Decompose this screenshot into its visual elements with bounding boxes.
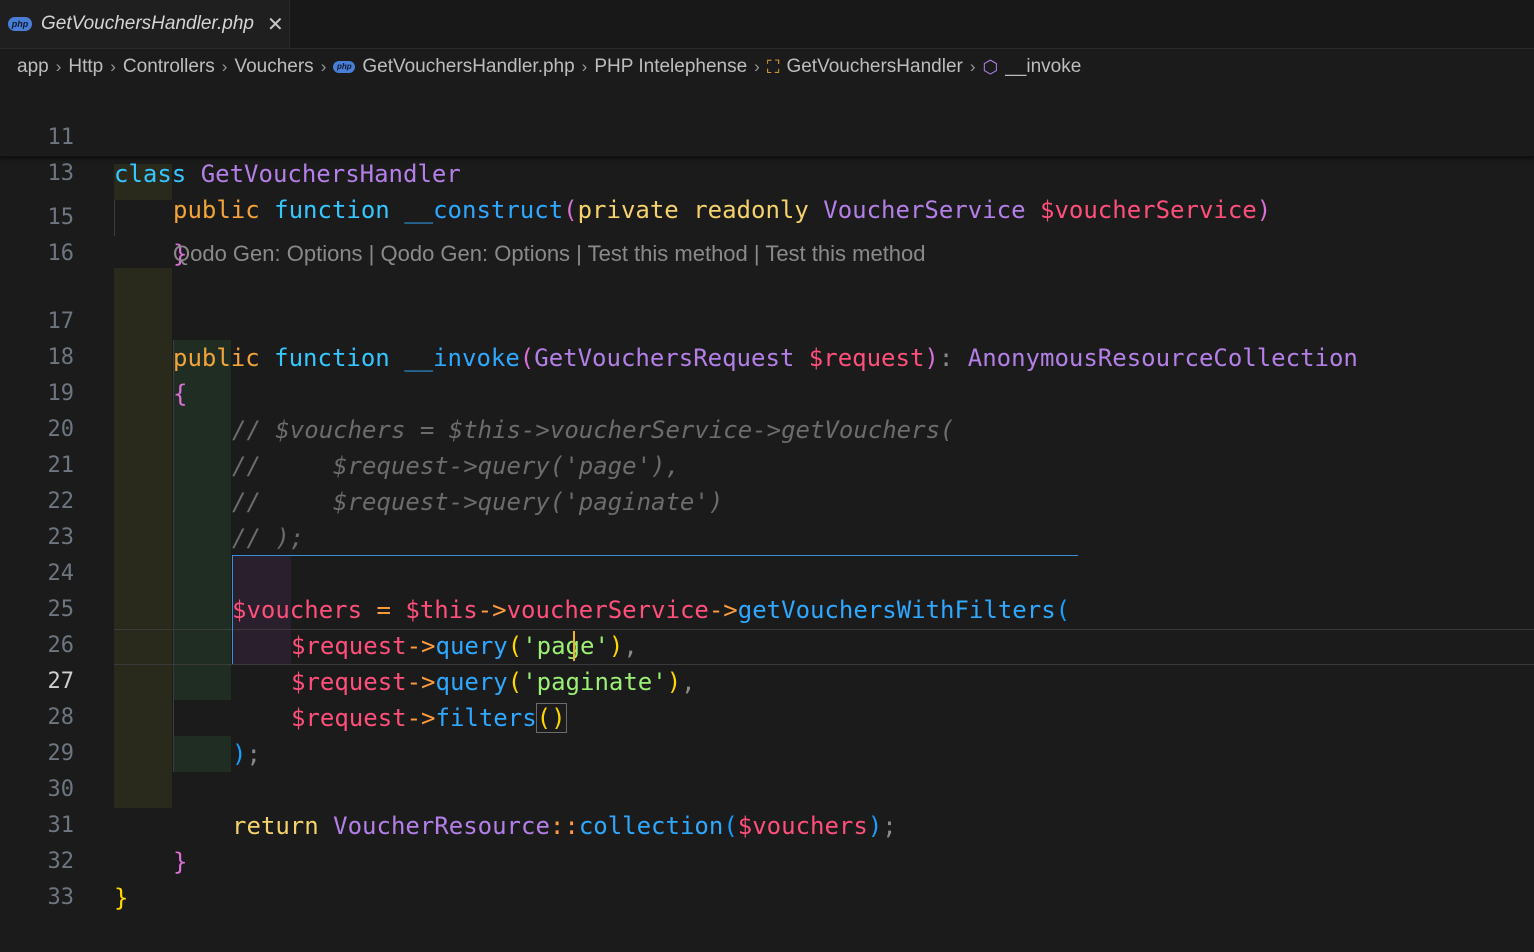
- code-line[interactable]: 28 );: [0, 664, 1534, 768]
- code-line[interactable]: 23: [0, 484, 1534, 550]
- sticky-line[interactable]: 11 class GetVouchersHandler: [0, 84, 1534, 188]
- close-icon[interactable]: ✕: [267, 12, 284, 37]
- code-line[interactable]: 22 // );: [0, 448, 1534, 552]
- breadcrumb-item-vouchers[interactable]: Vouchers: [234, 56, 313, 78]
- breadcrumb-item-app[interactable]: app: [17, 56, 49, 78]
- code-line-active[interactable]: 27 $request->filters(): [0, 628, 1534, 733]
- code-line[interactable]: 32 }: [0, 808, 1534, 912]
- breadcrumb-separator: ›: [110, 57, 116, 76]
- method-cube-icon: ⬡: [982, 56, 999, 77]
- line-number: 13: [47, 161, 75, 186]
- breadcrumb-item-method[interactable]: __invoke: [1005, 56, 1081, 78]
- code-text: public function __construct(private read…: [173, 196, 1272, 224]
- breadcrumb-separator: ›: [55, 57, 62, 76]
- breadcrumb: app › Http › Controllers › Vouchers › ph…: [17, 52, 1081, 82]
- code-line[interactable]: 31 }: [0, 772, 1534, 876]
- code-line[interactable]: 33: [0, 844, 1534, 910]
- class-icon: ⛶: [766, 56, 780, 77]
- code-line[interactable]: 19 // $vouchers = $this->voucherService-…: [0, 340, 1534, 444]
- breadcrumb-separator: ›: [754, 57, 760, 76]
- code-line[interactable]: 29: [0, 700, 1534, 766]
- code-line[interactable]: 18 {: [0, 304, 1534, 408]
- code-line[interactable]: 20 // $request->query('page'),: [0, 376, 1534, 480]
- code-line[interactable]: 30 return VoucherResource::collection($v…: [0, 736, 1534, 840]
- code-editor[interactable]: 15 } 16 Qodo Gen: Options | Qodo Gen: Op…: [0, 84, 1534, 912]
- breadcrumb-item-file[interactable]: GetVouchersHandler.php: [362, 56, 574, 78]
- code-line[interactable]: 17 public function __invoke(GetVouchersR…: [0, 268, 1534, 372]
- tab-title[interactable]: GetVouchersHandler.php: [41, 13, 254, 35]
- breadcrumb-item-http[interactable]: Http: [68, 56, 103, 78]
- code-line[interactable]: 25 $request->query('page'),: [0, 556, 1534, 660]
- code-line[interactable]: 21 // $request->query('paginate'): [0, 412, 1534, 516]
- editor-tab[interactable]: php GetVouchersHandler.php ✕: [0, 0, 290, 48]
- code-line[interactable]: 26 $request->query('paginate'),: [0, 592, 1534, 696]
- code-text: class GetVouchersHandler: [114, 160, 461, 188]
- sticky-scroll[interactable]: 11 class GetVouchersHandler 13 public fu…: [0, 84, 1534, 224]
- php-file-icon: php: [8, 17, 32, 31]
- close-brace: }: [114, 884, 129, 912]
- php-file-icon: php: [333, 61, 356, 73]
- tab-bar: php GetVouchersHandler.php ✕: [0, 0, 1534, 49]
- breadcrumb-separator: ›: [221, 57, 228, 76]
- line-number: 33: [47, 885, 75, 910]
- breadcrumb-separator: ›: [969, 57, 976, 76]
- breadcrumb-item-intelephense[interactable]: PHP Intelephense: [594, 56, 747, 78]
- text-cursor: [573, 631, 575, 661]
- breadcrumb-item-class[interactable]: GetVouchersHandler: [786, 56, 962, 78]
- codelens-actions[interactable]: Qodo Gen: Options | Qodo Gen: Options | …: [173, 236, 926, 272]
- breadcrumb-separator: ›: [320, 57, 327, 76]
- breadcrumb-separator: ›: [581, 57, 588, 76]
- breadcrumb-item-controllers[interactable]: Controllers: [123, 56, 215, 78]
- sticky-line[interactable]: 13 public function __construct(private r…: [0, 120, 1534, 224]
- code-line[interactable]: 24 $vouchers = $this->voucherService->ge…: [0, 520, 1534, 624]
